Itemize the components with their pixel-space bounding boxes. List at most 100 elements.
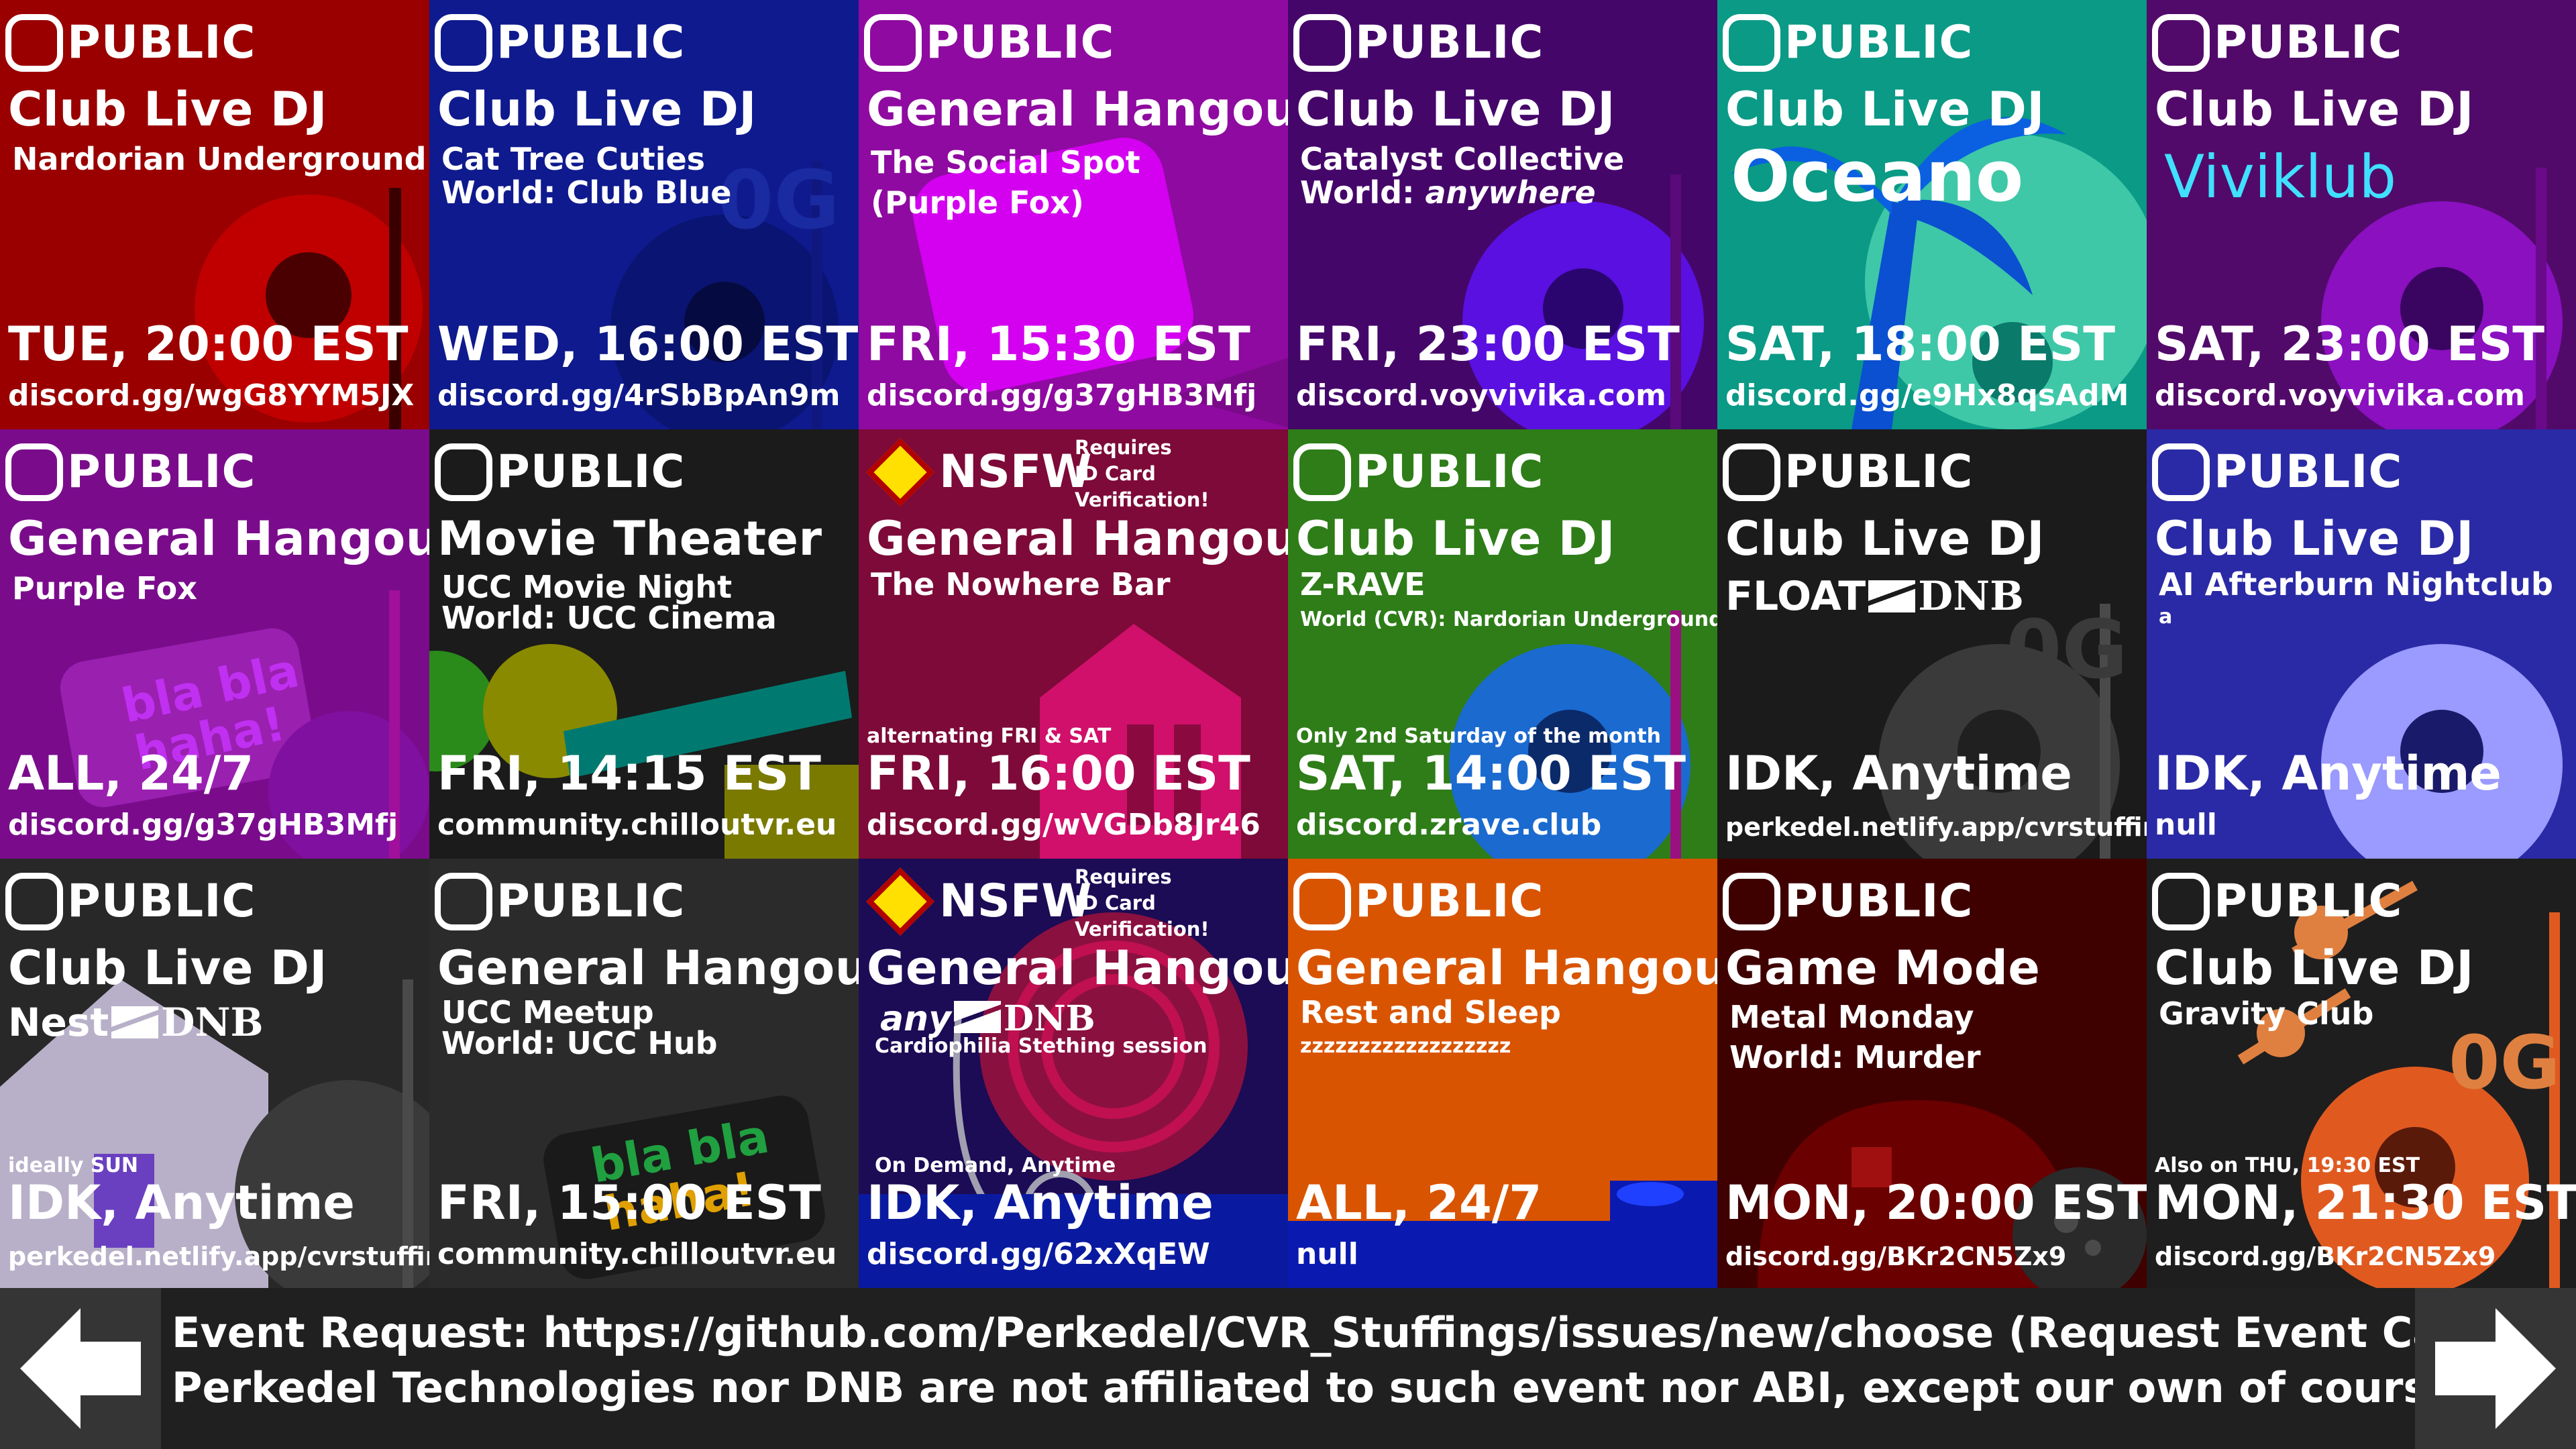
public-checkbox-icon — [864, 14, 922, 72]
access-label: PUBLIC — [67, 445, 256, 498]
event-calendar-grid: PUBLIC Club Live DJ Nardorian Undergroun… — [0, 0, 2576, 1288]
event-card[interactable]: PUBLIC Club Live DJ Oceano SAT, 18:00 ES… — [1717, 0, 2147, 429]
event-card[interactable]: PUBLIC Club Live DJ AI Afterburn Nightcl… — [2147, 429, 2576, 859]
world-name: a — [2159, 605, 2173, 629]
event-link[interactable]: discord.gg/g37gHB3Mfj — [8, 810, 398, 840]
event-card[interactable]: 0G PUBLIC Club Live DJ Cat Tree Cuties Wo… — [429, 0, 859, 429]
access-badge: PUBLIC — [5, 9, 256, 76]
access-badge: NSFW — [864, 438, 1092, 506]
event-card[interactable]: PUBLIC Club Live DJ Z-RAVE World (CVR): … — [1288, 429, 1717, 859]
event-link[interactable]: community.chilloutvr.eu — [437, 1240, 837, 1269]
event-time: FRI, 14:15 EST — [437, 746, 821, 801]
event-type: General Hangout — [437, 941, 859, 996]
event-link[interactable]: discord.gg/BKr2CN5Zx9 — [1725, 1244, 2066, 1269]
event-time: WED, 16:00 EST — [437, 317, 859, 372]
arrow-right-icon — [2435, 1308, 2556, 1429]
previous-page-button[interactable] — [0, 1288, 161, 1449]
event-host: Metal Monday World: Murder — [1729, 999, 1981, 1075]
event-type: Club Live DJ — [1725, 82, 2045, 137]
event-card[interactable]: 0G PUBLIC Club Live DJ FLOAT DNB IDK, Any… — [1717, 429, 2147, 859]
event-time: IDK, Anytime — [8, 1175, 355, 1230]
event-time: FRI, 15:00 EST — [437, 1175, 821, 1230]
disclaimer-text: Perkedel Technologies nor DNB are not af… — [172, 1363, 2576, 1412]
event-card[interactable]: PUBLIC Club Live DJ Nardorian Undergroun… — [0, 0, 429, 429]
event-card[interactable]: 0G PUBLIC Club Live DJ Gravity Club Also… — [2147, 859, 2576, 1288]
event-card[interactable]: NSFW Requires ID Card Verification! Gene… — [859, 859, 1288, 1288]
public-checkbox-icon — [5, 14, 63, 72]
event-host: The Nowhere Bar — [871, 566, 1171, 602]
event-type: General Hangout — [867, 511, 1288, 566]
access-label: PUBLIC — [1355, 875, 1544, 928]
event-link[interactable]: community.chilloutvr.eu — [437, 810, 837, 840]
access-label: PUBLIC — [1784, 875, 1974, 928]
event-card[interactable]: bla bla haha! PUBLIC General Hangout Pur… — [0, 429, 429, 859]
bla-bla-text: bla bla — [117, 643, 304, 734]
access-label: PUBLIC — [1355, 445, 1544, 498]
event-link[interactable]: discord.zrave.club — [1296, 810, 1601, 840]
event-link[interactable]: perkedel.netlify.app/cvrstuffings — [8, 1244, 429, 1269]
access-label: PUBLIC — [926, 16, 1115, 69]
public-checkbox-icon — [5, 873, 63, 930]
event-card[interactable]: bla bla haha! PUBLIC General Hangout UCC… — [429, 859, 859, 1288]
event-time: ALL, 24/7 — [8, 746, 254, 801]
id-verification-note: Requires ID Card Verification! — [1075, 436, 1210, 511]
event-host: Z-RAVE — [1300, 566, 1426, 602]
event-type: Club Live DJ — [2155, 511, 2474, 566]
access-label: PUBLIC — [67, 16, 256, 69]
event-time: MON, 20:00 EST — [1725, 1175, 2147, 1230]
event-time: FRI, 23:00 EST — [1296, 317, 1680, 372]
viviklub-logo: Viviklub — [2164, 142, 2397, 211]
access-label: NSFW — [939, 875, 1092, 928]
access-badge: PUBLIC — [1293, 9, 1544, 76]
event-host: Cat Tree Cuties World: Club Blue — [441, 141, 732, 211]
nsfw-warning-icon — [866, 438, 934, 506]
event-type: Club Live DJ — [1296, 511, 1615, 566]
turntable-art — [2281, 617, 2576, 859]
event-card[interactable]: NSFW Requires ID Card Verification! Gene… — [859, 429, 1288, 859]
event-link[interactable]: discord.voyvivika.com — [2155, 381, 2525, 411]
access-badge: PUBLIC — [1293, 868, 1544, 935]
event-card[interactable]: PUBLIC Club Live DJ Nest DNB ideally SUN … — [0, 859, 429, 1288]
event-time: FRI, 15:30 EST — [867, 317, 1250, 372]
access-label: PUBLIC — [2214, 16, 2403, 69]
event-host: AI Afterburn Nightclub — [2159, 566, 2553, 602]
event-link[interactable]: null — [2155, 810, 2217, 840]
event-card[interactable]: PUBLIC Movie Theater UCC Movie Night Worl… — [429, 429, 859, 859]
event-link[interactable]: discord.voyvivika.com — [1296, 381, 1666, 411]
public-checkbox-icon — [1723, 14, 1780, 72]
event-card[interactable]: PUBLIC Club Live DJ Viviklub SAT, 23:00 … — [2147, 0, 2576, 429]
next-page-button[interactable] — [2415, 1288, 2576, 1449]
event-request-text: Event Request: https://github.com/Perked… — [172, 1308, 2576, 1357]
event-link[interactable]: discord.gg/62xXqEW — [867, 1240, 1210, 1269]
any-dnb-logo: any DNB — [880, 998, 1095, 1039]
public-checkbox-icon — [1723, 443, 1780, 501]
event-type: Movie Theater — [437, 511, 822, 566]
event-host: Catalyst Collective World: anywhere — [1300, 141, 1625, 211]
event-time: FRI, 16:00 EST — [867, 746, 1250, 801]
event-link[interactable]: discord.gg/wVGDb8Jr46 — [867, 810, 1260, 840]
event-link[interactable]: null — [1296, 1240, 1358, 1269]
dnb-slash-icon — [954, 1001, 1002, 1033]
event-card[interactable]: PUBLIC Club Live DJ Catalyst Collective W… — [1288, 0, 1717, 429]
event-time: SAT, 18:00 EST — [1725, 317, 2116, 372]
event-type: Club Live DJ — [2155, 82, 2474, 137]
event-host: Gravity Club — [2159, 996, 2374, 1032]
event-link[interactable]: perkedel.netlify.app/cvrstuffings — [1725, 814, 2147, 840]
schedule-note: ideally SUN — [8, 1154, 138, 1177]
event-time: IDK, Anytime — [1725, 746, 2072, 801]
public-checkbox-icon — [435, 14, 492, 72]
event-link[interactable]: discord.gg/BKr2CN5Zx9 — [2155, 1244, 2496, 1269]
access-label: NSFW — [939, 445, 1092, 498]
event-type: Club Live DJ — [8, 82, 327, 137]
event-link[interactable]: discord.gg/g37gHB3Mfj — [867, 381, 1256, 411]
access-badge: PUBLIC — [1723, 439, 1973, 506]
event-card[interactable]: PUBLIC General Hangout Rest and Sleep zz… — [1288, 859, 1717, 1288]
event-link[interactable]: discord.gg/wgG8YYM5JX — [8, 381, 414, 411]
event-card[interactable]: PUBLIC General Hangout The Social Spot (P… — [859, 0, 1288, 429]
public-checkbox-icon — [1293, 873, 1351, 930]
event-link[interactable]: discord.gg/e9Hx8qsAdM — [1725, 381, 2129, 411]
event-time: MON, 21:30 EST — [2155, 1175, 2576, 1230]
event-link[interactable]: discord.gg/4rSbBpAn9m — [437, 381, 840, 411]
access-badge: PUBLIC — [435, 439, 685, 506]
event-card[interactable]: PUBLIC Game Mode Metal Monday World: Murd… — [1717, 859, 2147, 1288]
